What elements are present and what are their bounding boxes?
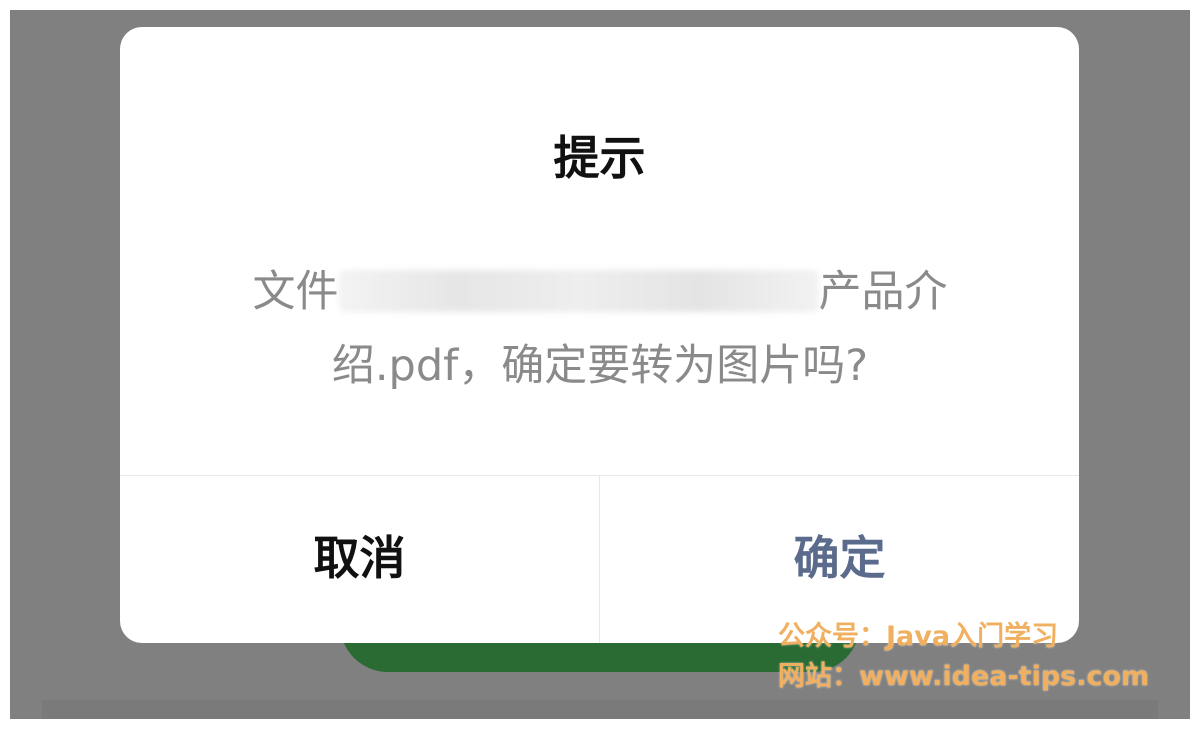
confirm-dialog: 提示 文件 产品介 绍.pdf，确定要转为图片吗? 取消 确定	[120, 27, 1079, 643]
message-prefix: 文件	[252, 267, 339, 317]
dialog-message: 文件 产品介 绍.pdf，确定要转为图片吗?	[200, 255, 1000, 403]
underlying-page-strip	[42, 700, 1158, 719]
dialog-title: 提示	[553, 131, 646, 185]
watermark-line1: 公众号：Java入门学习	[778, 621, 1059, 652]
cancel-button[interactable]: 取消	[120, 476, 600, 643]
message-suffix: 产品介	[818, 267, 948, 317]
watermark: 公众号：Java入门学习 网站：www.idea-tips.com	[778, 617, 1149, 697]
message-line2: 绍.pdf，确定要转为图片吗?	[331, 341, 869, 391]
watermark-line2: 网站：www.idea-tips.com	[778, 661, 1150, 692]
screen-overlay: 提示 文件 产品介 绍.pdf，确定要转为图片吗? 取消 确定 公众号：Java入…	[10, 10, 1190, 719]
redacted-filename	[338, 270, 819, 312]
